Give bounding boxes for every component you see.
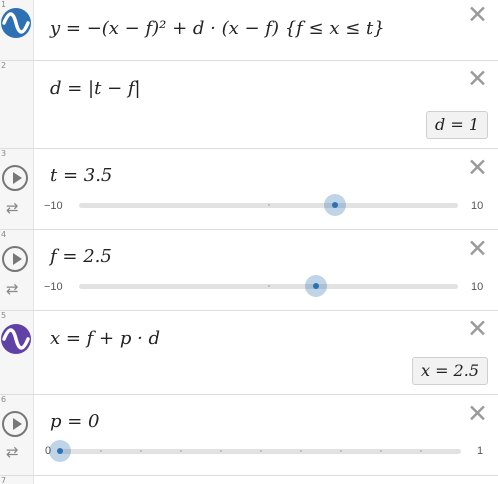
play-slider-icon[interactable] [2,165,28,191]
delete-expression-icon[interactable]: ✕ [467,66,488,91]
expression-input[interactable]: f = 2.5 [50,246,112,267]
loop-mode-icon[interactable]: ⇄ [6,444,19,460]
loop-mode-icon[interactable]: ⇄ [6,281,19,297]
slider-track[interactable] [79,194,458,216]
delete-expression-icon[interactable]: ✕ [467,316,488,341]
wave-purple-icon[interactable] [1,324,31,354]
play-slider-icon[interactable] [2,411,28,437]
slider-max-label[interactable]: 1 [477,445,483,457]
wave-blue-icon[interactable] [1,8,31,38]
row-number: 6 [1,395,7,404]
slider-track[interactable] [49,440,461,462]
expression-row-1[interactable]: 1 y = −(x − f)² + d · (x − f) {f ≤ x ≤ t… [0,0,498,61]
row-number: 3 [1,149,7,158]
slider-step-tick [100,450,102,452]
slider-zero-tick [268,204,270,206]
slider-min-label[interactable]: −10 [44,200,63,212]
loop-mode-icon[interactable]: ⇄ [6,200,19,216]
row-gutter: 6 ⇄ [0,395,34,475]
expression-input[interactable]: x = f + p · d [50,328,160,349]
row-number: 4 [1,230,7,239]
slider-max-label[interactable]: 10 [471,200,483,212]
row-gutter: 7 [0,476,34,484]
slider-zero-tick [268,285,270,287]
slider-step-tick [300,450,302,452]
slider-max-label[interactable]: 10 [471,281,483,293]
expression-row-2[interactable]: 2 d = |t − f| ✕ d = 1 [0,61,498,149]
delete-expression-icon[interactable]: ✕ [467,401,488,426]
expression-row-6[interactable]: 6 ⇄ p = 0 ✕ 0 1 [0,395,498,476]
slider-step-tick [420,450,422,452]
evaluation-result: x = 2.5 [411,357,488,385]
slider-track[interactable] [79,275,458,297]
delete-expression-icon[interactable]: ✕ [467,236,488,261]
slider-min-label[interactable]: −10 [44,281,63,293]
expression-row-3[interactable]: 3 ⇄ t = 3.5 ✕ −10 10 [0,149,498,230]
expression-input[interactable]: d = |t − f| [50,78,141,99]
expression-input[interactable]: y = −(x − f)² + d · (x − f) {f ≤ x ≤ t} [50,18,385,39]
slider-step-tick [220,450,222,452]
row-gutter: 2 [0,61,34,148]
row-number: 5 [1,311,7,320]
expression-input[interactable]: t = 3.5 [50,165,112,186]
slider-step-tick [180,450,182,452]
row-number: 7 [1,476,7,484]
slider-handle[interactable] [304,275,327,297]
delete-expression-icon[interactable]: ✕ [467,155,488,180]
slider-handle[interactable] [323,194,346,216]
slider-step-tick [340,450,342,452]
slider-step-tick [140,450,142,452]
expression-input[interactable]: p = 0 [50,411,100,432]
row-gutter: 4 ⇄ [0,230,34,310]
row-gutter: 3 ⇄ [0,149,34,229]
delete-expression-icon[interactable]: ✕ [467,2,488,27]
expression-row-4[interactable]: 4 ⇄ f = 2.5 ✕ −10 10 [0,230,498,311]
expression-row-5[interactable]: 5 x = f + p · d ✕ x = 2.5 [0,311,498,395]
slider-step-tick [380,450,382,452]
evaluation-result: d = 1 [426,111,488,139]
row-number: 2 [1,61,7,70]
row-gutter: 5 [0,311,34,394]
expression-row-7[interactable]: 7 [0,476,498,484]
row-gutter: 1 [0,0,34,60]
play-slider-icon[interactable] [2,246,28,272]
expression-list: 1 y = −(x − f)² + d · (x − f) {f ≤ x ≤ t… [0,0,498,484]
slider-handle[interactable] [49,440,71,462]
slider-step-tick [260,450,262,452]
